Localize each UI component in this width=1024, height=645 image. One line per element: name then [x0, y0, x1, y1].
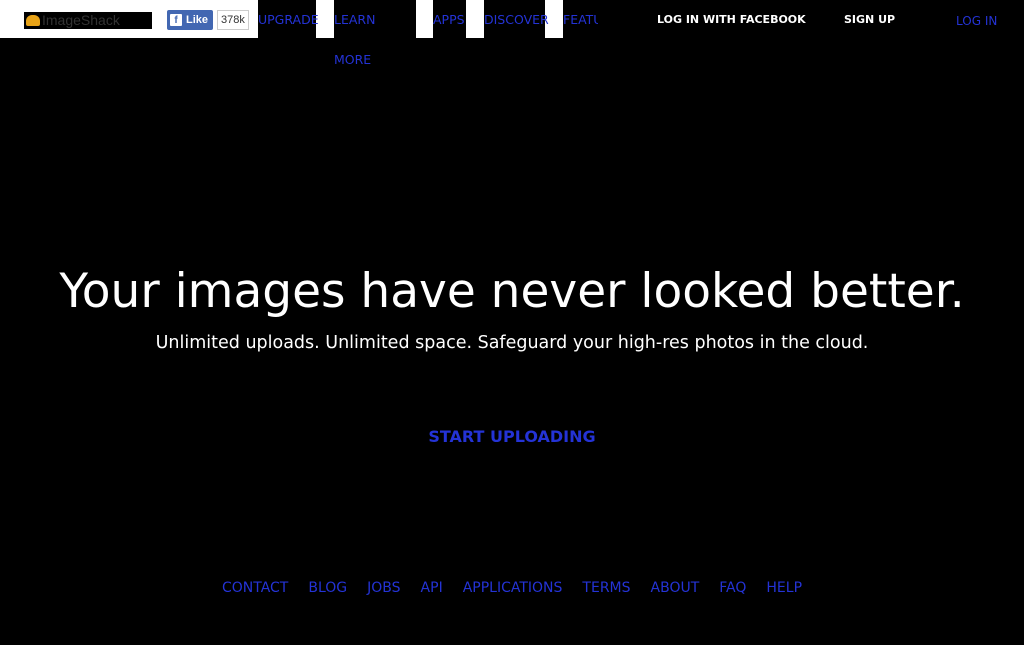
footer-blog[interactable]: BLOG [308, 580, 347, 596]
fb-like-label: Like [186, 14, 209, 26]
footer-faq[interactable]: FAQ [719, 580, 746, 596]
footer-jobs[interactable]: JOBS [367, 580, 400, 596]
nav-features[interactable]: FEATU [563, 0, 598, 38]
footer-links: CONTACT BLOG JOBS API APPLICATIONS TERMS… [0, 580, 1024, 596]
nav-upgrade[interactable]: UPGRADE [258, 0, 319, 38]
fb-like-count: 378k [217, 10, 249, 30]
login-facebook-link[interactable]: LOG IN WITH FACEBOOK [657, 13, 806, 26]
footer-about[interactable]: ABOUT [651, 580, 700, 596]
nav-learn-more[interactable]: LEARN MORE [334, 0, 416, 67]
hero-subtitle: Unlimited uploads. Unlimited space. Safe… [155, 333, 869, 353]
frog-icon [26, 15, 40, 26]
logo-text: ImageShack [42, 12, 120, 28]
facebook-icon: f [170, 14, 182, 26]
signup-link[interactable]: SIGN UP [844, 13, 895, 26]
nav-apps[interactable]: APPS [433, 0, 466, 38]
footer-help[interactable]: HELP [766, 580, 802, 596]
nav-discover[interactable]: DISCOVER [484, 0, 549, 38]
fb-like-button[interactable]: f Like [167, 10, 214, 30]
facebook-like-widget[interactable]: f Like 378k [167, 10, 249, 30]
login-link[interactable]: LOG IN [956, 14, 997, 28]
footer-api[interactable]: API [421, 580, 443, 596]
footer-terms[interactable]: TERMS [582, 580, 630, 596]
imageshack-logo[interactable]: ImageShack [24, 12, 152, 29]
hero-title: Your images have never looked better. [59, 264, 965, 319]
start-uploading-button[interactable]: START UPLOADING [0, 427, 1024, 446]
footer-contact[interactable]: CONTACT [222, 580, 288, 596]
footer-applications[interactable]: APPLICATIONS [463, 580, 563, 596]
